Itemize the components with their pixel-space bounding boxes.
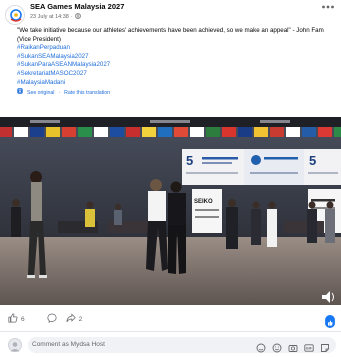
globe-icon — [74, 13, 81, 21]
post-stats: 6 2 — [8, 313, 100, 325]
user-avatar[interactable] — [8, 338, 22, 352]
post-meta: 23 July at 14:38 · — [30, 13, 81, 21]
comment-composer: Comment as Mydsa Host GIF — [0, 333, 341, 357]
banner-number: 5 — [186, 153, 193, 168]
event-banner-right: 5 — [304, 149, 341, 185]
facebook-badge-icon — [325, 315, 335, 328]
event-banner-mid — [244, 149, 304, 185]
translate-icon — [17, 88, 23, 98]
emoji-icon[interactable] — [272, 340, 282, 353]
hashtag-link[interactable]: #SekretariatMASOC2027 — [17, 70, 335, 79]
comment-input[interactable]: Comment as Mydsa Host GIF — [28, 337, 336, 353]
svg-text:GIF: GIF — [306, 347, 313, 351]
page-name[interactable]: SEA Games Malaysia 2027 — [30, 2, 124, 11]
post-quote: "We take initiative because our athletes… — [17, 27, 324, 43]
share-count: 2 — [78, 315, 83, 323]
reaction-count: 6 — [21, 315, 25, 323]
post-caption: "We take initiative because our athletes… — [17, 27, 335, 98]
hashtag-link[interactable]: #SukanSEAMalaysia2027 — [17, 53, 335, 62]
comment-tools: GIF — [256, 340, 330, 353]
rate-translation-link[interactable]: Rate this translation — [64, 89, 110, 98]
video-frame: 5 5 SEIKO — [0, 117, 341, 305]
reactions-group[interactable]: 6 — [8, 313, 25, 325]
hashtag-link[interactable]: #RaikanPerpaduan — [17, 44, 335, 53]
comment-placeholder: Comment as Mydsa Host — [32, 341, 105, 348]
flags-row — [0, 127, 341, 137]
post-date[interactable]: 23 July at 14:38 — [30, 14, 69, 20]
more-options-icon[interactable] — [321, 4, 335, 12]
share-icon — [66, 313, 76, 325]
hashtag-link[interactable]: #MalaysiaMadani — [17, 79, 335, 88]
comments-group[interactable]: 2 — [47, 313, 83, 325]
translation-row: See original · Rate this translation — [17, 88, 335, 98]
event-banner-left: 5 — [182, 149, 244, 185]
like-icon — [8, 313, 18, 325]
page-avatar[interactable] — [5, 5, 25, 25]
hashtag-link[interactable]: #SukanParaASEANMalaysia2027 — [17, 61, 335, 70]
gif-icon[interactable]: GIF — [304, 340, 314, 352]
dancer-couple — [146, 179, 186, 274]
camera-icon[interactable] — [288, 340, 298, 352]
video-player[interactable]: 5 5 SEIKO — [0, 117, 341, 305]
sticker-square-icon[interactable] — [320, 340, 330, 352]
post-header: SEA Games Malaysia 2027 23 July at 14:38… — [0, 0, 341, 25]
divider — [0, 331, 341, 332]
comment-icon — [47, 313, 57, 325]
see-original-link[interactable]: See original — [27, 89, 54, 98]
sticker-icon[interactable] — [256, 340, 266, 353]
banner-number: 5 — [309, 153, 316, 168]
sponsor-text: SEIKO — [194, 199, 213, 205]
